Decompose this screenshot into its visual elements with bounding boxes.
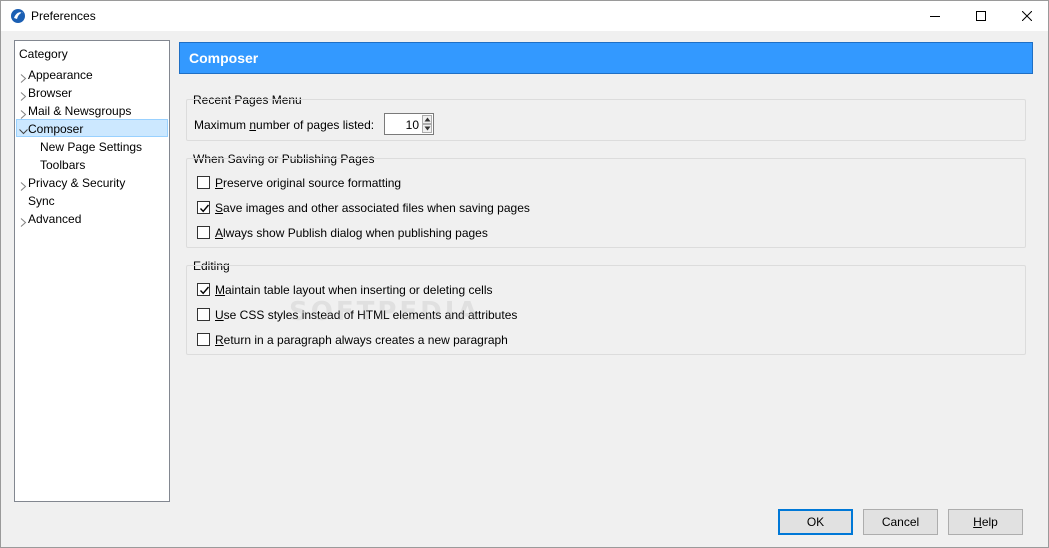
max-pages-label: Maximum number of pages listed: xyxy=(194,118,374,132)
chevron-right-icon[interactable] xyxy=(19,70,28,83)
watermark: SOFTPEDIA xyxy=(289,297,481,327)
arrow-down-icon xyxy=(424,126,431,131)
cancel-button-label: Cancel xyxy=(881,515,920,529)
tree-item-composer[interactable]: Composer xyxy=(16,119,168,137)
help-button-text: elp xyxy=(981,515,998,529)
tree-item-label: Privacy & Security xyxy=(28,176,126,190)
max-pages-label-post: umber of pages listed: xyxy=(256,118,375,132)
chevron-right-icon[interactable] xyxy=(19,88,28,101)
accel-letter: R xyxy=(215,333,224,347)
option-text: lways show Publish dialog when publishin… xyxy=(223,226,488,240)
preserve-formatting-label[interactable]: Preserve original source formatting xyxy=(215,176,401,190)
accel-letter: A xyxy=(215,226,224,240)
chevron-right-icon[interactable] xyxy=(19,178,28,191)
window-title: Preferences xyxy=(31,9,96,23)
app-icon xyxy=(10,8,26,24)
minimize-button[interactable] xyxy=(912,1,958,31)
accel-letter: S xyxy=(215,201,224,215)
maximize-button[interactable] xyxy=(958,1,1004,31)
checkmark-icon xyxy=(199,204,210,213)
preserve-formatting-checkbox[interactable] xyxy=(197,176,210,189)
max-pages-label-pre: Maximum xyxy=(194,118,250,132)
option-text: ave images and other associated files wh… xyxy=(223,201,530,215)
accel-letter: P xyxy=(215,176,224,190)
preferences-window: Preferences Category Appearance Browser … xyxy=(0,0,1049,548)
tree-item-new-page-settings[interactable]: New Page Settings xyxy=(16,138,168,156)
category-tree[interactable]: Category Appearance Browser Mail & Newsg… xyxy=(14,40,170,502)
tree-item-label: Mail & Newsgroups xyxy=(28,104,132,118)
return-paragraph-label[interactable]: Return in a paragraph always creates a n… xyxy=(215,333,508,347)
option-text: eturn in a paragraph always creates a ne… xyxy=(223,333,508,347)
option-text: aintain table layout when inserting or d… xyxy=(225,283,493,297)
save-images-label[interactable]: Save images and other associated files w… xyxy=(215,201,530,215)
close-button[interactable] xyxy=(1004,1,1049,31)
spin-down-button[interactable] xyxy=(422,124,432,133)
arrow-up-icon xyxy=(424,117,431,122)
chevron-right-icon[interactable] xyxy=(19,214,28,227)
table-layout-checkbox[interactable] xyxy=(197,283,210,296)
publish-dialog-label[interactable]: Always show Publish dialog when publishi… xyxy=(215,226,488,240)
save-images-checkbox[interactable] xyxy=(197,201,210,214)
tree-item-label: Appearance xyxy=(28,68,93,82)
help-button-label: Help xyxy=(973,515,998,529)
tree-item-appearance[interactable]: Appearance xyxy=(16,66,168,84)
cancel-button[interactable]: Cancel xyxy=(863,509,938,535)
ok-button[interactable]: OK xyxy=(778,509,853,535)
chevron-down-icon[interactable] xyxy=(19,123,28,135)
tree-item-privacy-security[interactable]: Privacy & Security xyxy=(16,174,168,192)
pane-title: Composer xyxy=(189,50,259,66)
tree-item-label: Sync xyxy=(28,194,55,208)
tree-item-label: Composer xyxy=(28,122,84,136)
minimize-icon xyxy=(930,11,940,21)
accel-letter: U xyxy=(215,308,224,322)
option-text: reserve original source formatting xyxy=(223,176,402,190)
chevron-right-icon[interactable] xyxy=(19,106,28,119)
css-styles-checkbox[interactable] xyxy=(197,308,210,321)
tree-item-mail-newsgroups[interactable]: Mail & Newsgroups xyxy=(16,102,168,120)
tree-item-sync[interactable]: Sync xyxy=(16,192,168,210)
tree-item-label: Toolbars xyxy=(40,158,86,172)
return-paragraph-checkbox[interactable] xyxy=(197,333,210,346)
pane-header: Composer xyxy=(179,42,1033,74)
checkmark-icon xyxy=(199,286,210,295)
max-pages-value[interactable]: 10 xyxy=(406,118,419,132)
ok-button-label: OK xyxy=(806,515,825,529)
tree-item-label: Browser xyxy=(28,86,73,100)
tree-item-advanced[interactable]: Advanced xyxy=(16,210,168,228)
close-icon xyxy=(1022,11,1032,21)
spin-up-button[interactable] xyxy=(422,115,432,124)
help-button[interactable]: Help xyxy=(948,509,1023,535)
table-layout-label[interactable]: Maintain table layout when inserting or … xyxy=(215,283,493,297)
publish-dialog-checkbox[interactable] xyxy=(197,226,210,239)
tree-item-label: New Page Settings xyxy=(40,140,143,154)
tree-header: Category xyxy=(19,47,68,61)
title-bar[interactable]: Preferences xyxy=(1,1,1048,31)
accel-letter: M xyxy=(215,283,225,297)
tree-item-toolbars[interactable]: Toolbars xyxy=(16,156,168,174)
tree-item-label: Advanced xyxy=(28,212,82,226)
accel-letter: H xyxy=(973,515,982,529)
maximize-icon xyxy=(976,11,986,21)
tree-item-browser[interactable]: Browser xyxy=(16,84,168,102)
max-pages-spinner[interactable]: 10 xyxy=(384,113,434,135)
